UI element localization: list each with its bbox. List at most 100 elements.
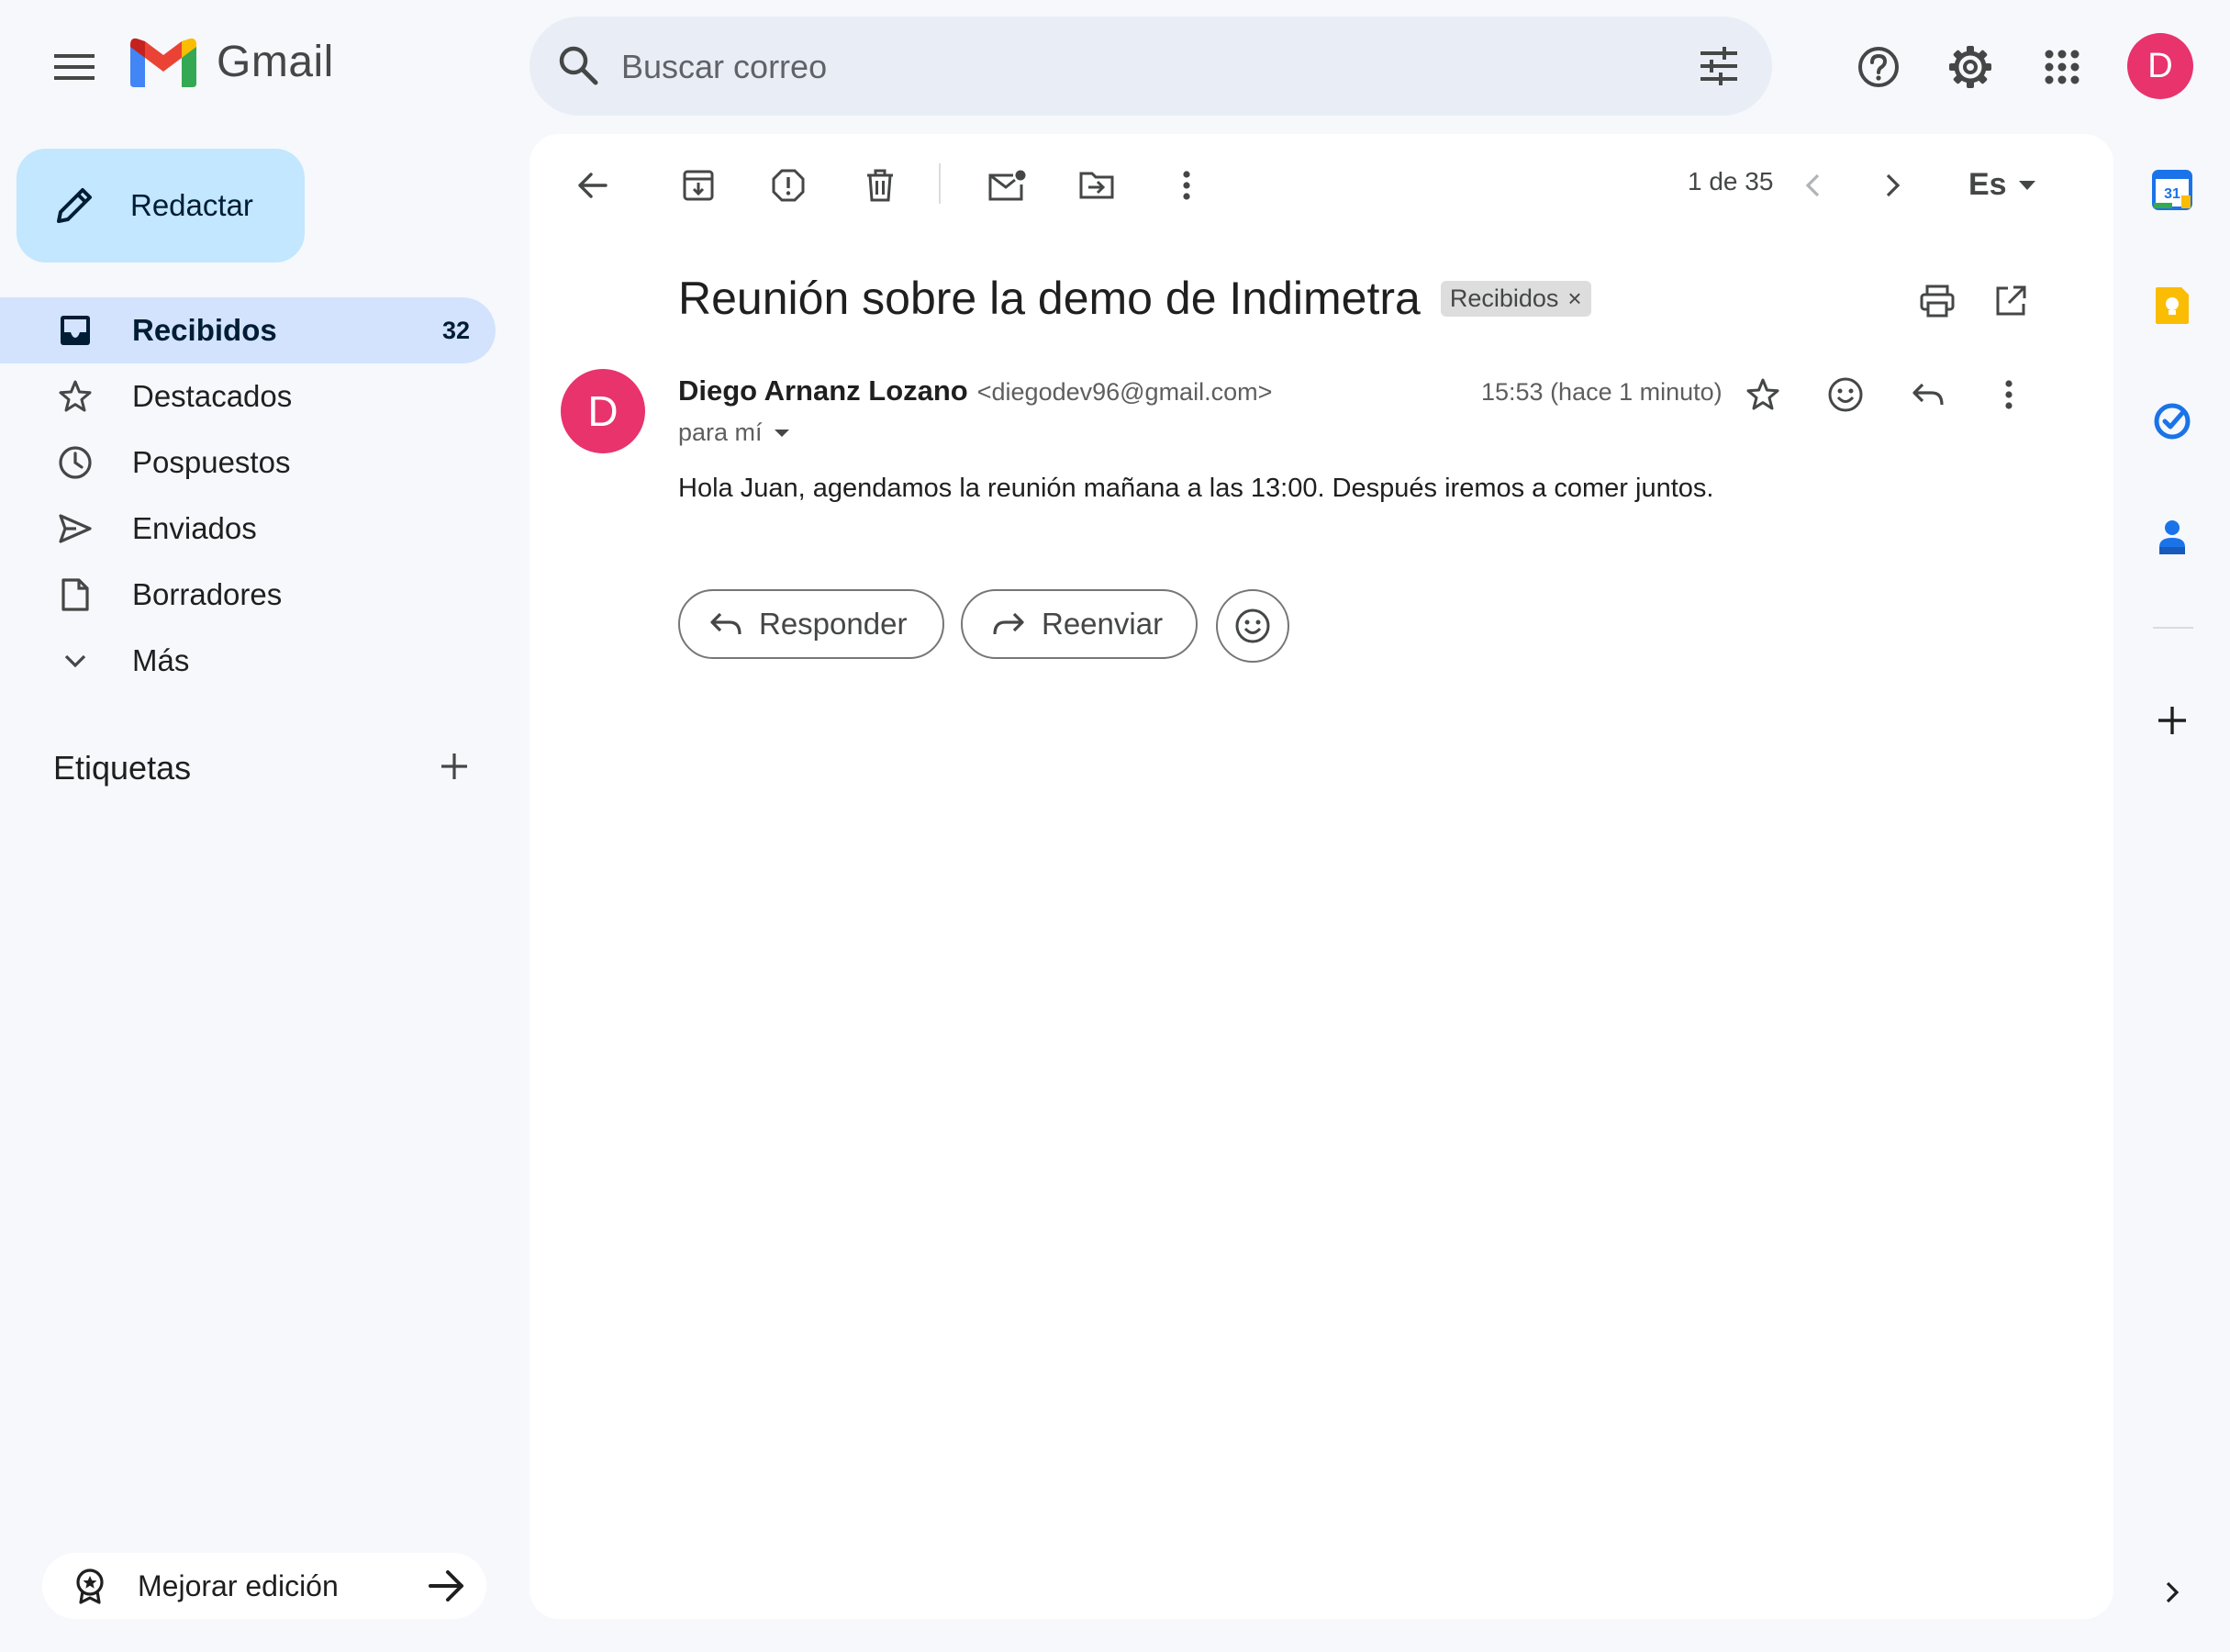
message-view: 1 de 35 Es Reunión sobre la demo de Indi… [530, 134, 2113, 1619]
chevron-right-icon [2166, 1581, 2180, 1603]
toolbar-divider [939, 163, 941, 204]
contacts-app-button[interactable] [2146, 510, 2199, 564]
sender-avatar[interactable]: D [561, 369, 645, 453]
google-apps-button[interactable] [2034, 39, 2091, 95]
message-body: Hola Juan, agendamos la reunión mañana a… [678, 474, 1714, 503]
sidebar-item-starred[interactable]: Destacados [0, 363, 496, 430]
print-icon [1920, 285, 1955, 318]
help-button[interactable] [1850, 39, 1907, 95]
print-button[interactable] [1912, 275, 1963, 327]
reply-label: Responder [759, 607, 908, 641]
sidebar-item-drafts[interactable]: Borradores [0, 562, 496, 628]
add-reaction-button[interactable] [1820, 369, 1871, 420]
calendar-icon: 31 [2152, 170, 2192, 210]
more-vert-icon [1183, 171, 1190, 200]
email-subject: Reunión sobre la demo de Indimetra Recib… [678, 272, 1591, 325]
reply-icon [710, 612, 741, 635]
older-button[interactable] [1868, 160, 1919, 211]
sidebar-item-snoozed[interactable]: Pospuestos [0, 430, 496, 496]
apps-grid-icon [2045, 50, 2079, 84]
upgrade-label: Mejorar edición [138, 1568, 339, 1602]
sidebar-item-sent[interactable]: Enviados [0, 496, 496, 562]
caret-down-icon [2018, 180, 2035, 190]
label-chip[interactable]: Recibidos × [1440, 280, 1591, 317]
chevron-down-icon [55, 641, 95, 681]
compose-button[interactable]: Redactar [17, 149, 305, 262]
search-input[interactable] [619, 40, 1614, 94]
sender-email: <diegodev96@gmail.com> [976, 378, 1273, 406]
unread-count: 32 [441, 316, 470, 344]
send-icon [55, 508, 95, 549]
forward-action-button[interactable]: Reenviar [961, 589, 1198, 659]
keep-app-button[interactable] [2146, 279, 2199, 332]
compose-label: Redactar [130, 188, 253, 222]
add-label-button[interactable] [439, 751, 470, 782]
pencil-icon [57, 188, 92, 223]
message-more-button[interactable] [1983, 369, 2035, 420]
tasks-app-button[interactable] [2146, 395, 2199, 448]
sidebar-item-label: Borradores [132, 577, 283, 611]
report-spam-button[interactable] [763, 160, 814, 211]
help-icon [1858, 47, 1899, 87]
message-timestamp: 15:53 (hace 1 minuto) [1481, 378, 1723, 406]
open-new-window-button[interactable] [1985, 275, 2036, 327]
sidebar-item-more[interactable]: Más [0, 628, 496, 694]
recipient-details-toggle[interactable]: para mí [678, 419, 790, 447]
subject-text: Reunión sobre la demo de Indimetra [678, 273, 1421, 324]
app-name: Gmail [217, 38, 334, 86]
gmail-m-icon [130, 38, 196, 87]
reply-icon [1912, 383, 1944, 406]
star-message-button[interactable] [1737, 369, 1789, 420]
forward-label: Reenviar [1042, 607, 1164, 641]
more-actions-button[interactable] [1161, 160, 1212, 211]
sender-name[interactable]: Diego Arnanz Lozano [678, 374, 968, 407]
mark-unread-icon [988, 170, 1026, 201]
label-chip-text: Recibidos [1449, 284, 1559, 312]
input-tools-button[interactable]: Es [1968, 167, 2036, 203]
caret-down-icon [774, 429, 789, 437]
sidebar-item-inbox[interactable]: Recibidos 32 [0, 297, 496, 363]
calendar-app-button[interactable]: 31 [2146, 163, 2199, 217]
settings-button[interactable] [1942, 39, 1999, 95]
star-icon [55, 376, 95, 417]
plus-icon [441, 753, 467, 779]
hamburger-icon [54, 54, 95, 80]
account-avatar[interactable]: D [2127, 33, 2193, 99]
emoji-icon [1828, 377, 1863, 412]
plus-icon [2158, 707, 2186, 734]
inbox-icon [55, 310, 95, 351]
clock-icon [55, 442, 95, 483]
arrow-right-icon [429, 1570, 463, 1602]
emoji-reaction-button[interactable] [1216, 589, 1289, 663]
remove-label-button[interactable]: × [1567, 285, 1581, 313]
archive-button[interactable] [673, 160, 724, 211]
gear-icon [1949, 46, 1991, 88]
recipient-label: para mí [678, 419, 763, 446]
search-bar[interactable] [530, 17, 1772, 116]
search-options-icon[interactable] [1697, 44, 1741, 88]
delete-button[interactable] [854, 160, 906, 211]
search-icon[interactable] [557, 44, 599, 86]
draft-icon [55, 575, 95, 615]
back-button[interactable] [566, 160, 618, 211]
language-label: Es [1968, 167, 2007, 202]
get-addons-button[interactable] [2146, 694, 2199, 747]
newer-button[interactable] [1787, 160, 1838, 211]
star-icon [1746, 378, 1779, 410]
main-menu-button[interactable] [46, 39, 103, 95]
keep-icon [2156, 287, 2189, 324]
mark-unread-button[interactable] [981, 160, 1032, 211]
reply-action-button[interactable]: Responder [678, 589, 944, 659]
sidebar-item-label: Más [132, 643, 190, 677]
emoji-icon [1235, 608, 1270, 643]
show-side-panel-button[interactable] [2146, 1566, 2199, 1619]
sidebar-item-label: Pospuestos [132, 445, 291, 479]
reply-button[interactable] [1902, 369, 1954, 420]
move-folder-icon [1079, 172, 1114, 199]
upgrade-button[interactable]: Mejorar edición [42, 1553, 486, 1619]
gmail-logo[interactable]: Gmail [130, 37, 334, 87]
move-to-button[interactable] [1071, 160, 1122, 211]
sender-info: Diego Arnanz Lozano <diegodev96@gmail.co… [678, 374, 1272, 407]
badge-icon [76, 1568, 104, 1604]
sidebar-item-label: Destacados [132, 379, 293, 413]
